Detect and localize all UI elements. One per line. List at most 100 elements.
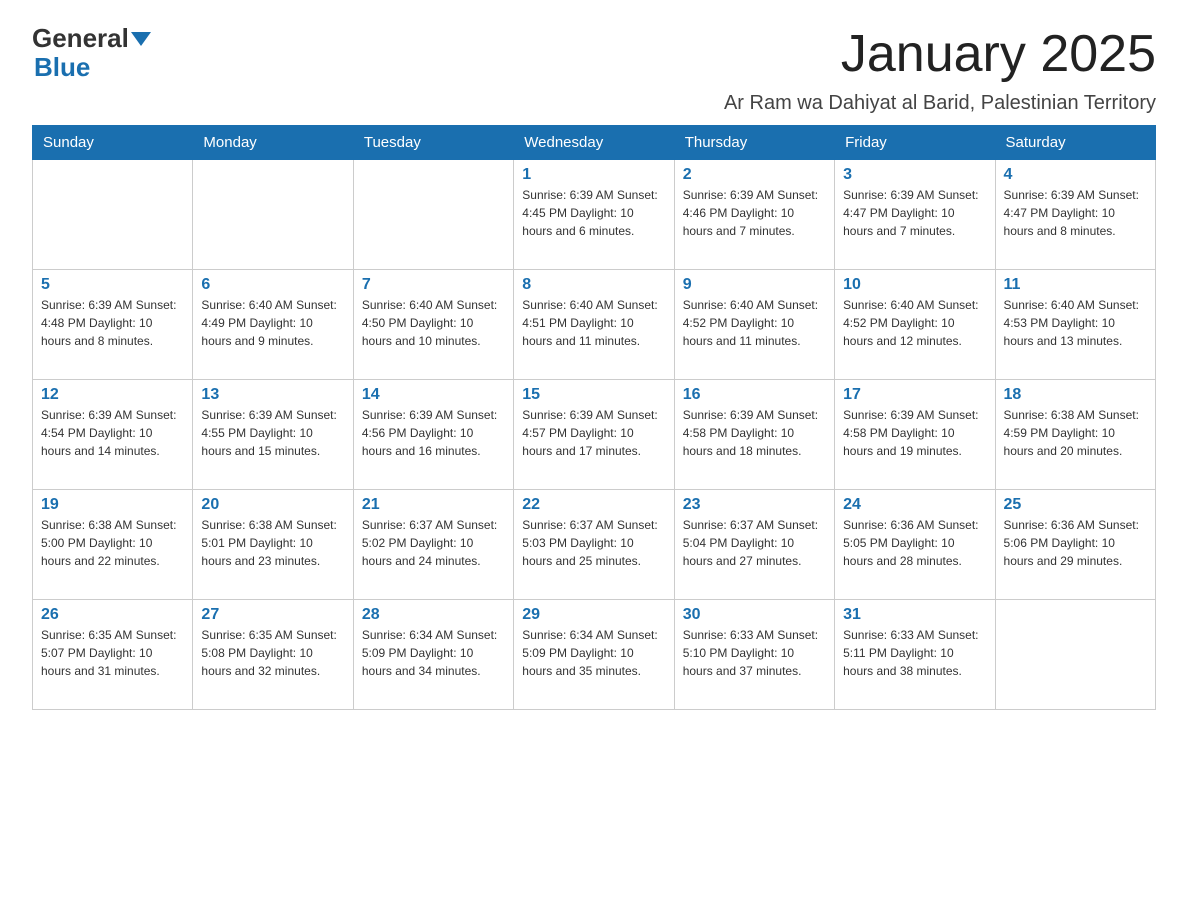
- day-info: Sunrise: 6:37 AM Sunset: 5:04 PM Dayligh…: [683, 516, 826, 570]
- logo-blue-text: Blue: [34, 53, 90, 82]
- day-number: 23: [683, 496, 826, 514]
- day-number: 3: [843, 166, 986, 184]
- day-info: Sunrise: 6:38 AM Sunset: 5:00 PM Dayligh…: [41, 516, 184, 570]
- calendar-week-row: 19Sunrise: 6:38 AM Sunset: 5:00 PM Dayli…: [33, 490, 1156, 600]
- calendar-week-row: 1 Sunrise: 6:39 AM Sunset: 4:45 PM Daylig…: [33, 160, 1156, 270]
- calendar-cell: 31 Sunrise: 6:33 AM Sunset: 5:11 PM Dayli…: [835, 600, 995, 710]
- day-number: 28: [362, 606, 505, 624]
- day-number: 18: [1004, 386, 1147, 404]
- day-number: 12: [41, 386, 184, 404]
- calendar-cell: 27 Sunrise: 6:35 AM Sunset: 5:08 PM Dayli…: [193, 600, 353, 710]
- day-number: 11: [1004, 276, 1147, 294]
- calendar-cell: 18 Sunrise: 6:38 AM Sunset: 4:59 PM Dayli…: [995, 380, 1155, 490]
- day-info: Sunrise: 6:40 AM Sunset: 4:52 PM Dayligh…: [843, 296, 986, 350]
- logo-arrow-icon: [131, 32, 151, 46]
- calendar-cell: 4 Sunrise: 6:39 AM Sunset: 4:47 PM Daylig…: [995, 160, 1155, 270]
- calendar-cell: [33, 160, 193, 270]
- calendar-cell: [995, 600, 1155, 710]
- calendar-cell: [193, 160, 353, 270]
- column-header-thursday: Thursday: [674, 126, 834, 160]
- day-info: Sunrise: 6:36 AM Sunset: 5:06 PM Dayligh…: [1004, 516, 1147, 570]
- calendar-cell: 19Sunrise: 6:38 AM Sunset: 5:00 PM Dayli…: [33, 490, 193, 600]
- calendar-cell: 10 Sunrise: 6:40 AM Sunset: 4:52 PM Dayli…: [835, 270, 995, 380]
- day-number: 24: [843, 496, 986, 514]
- day-info: Sunrise: 6:35 AM Sunset: 5:08 PM Dayligh…: [201, 626, 344, 680]
- day-info: Sunrise: 6:40 AM Sunset: 4:53 PM Dayligh…: [1004, 296, 1147, 350]
- calendar-cell: 21 Sunrise: 6:37 AM Sunset: 5:02 PM Dayli…: [353, 490, 513, 600]
- day-number: 4: [1004, 166, 1147, 184]
- calendar-cell: 29 Sunrise: 6:34 AM Sunset: 5:09 PM Dayli…: [514, 600, 674, 710]
- day-number: 25: [1004, 496, 1147, 514]
- calendar-week-row: 26Sunrise: 6:35 AM Sunset: 5:07 PM Dayli…: [33, 600, 1156, 710]
- day-info: Sunrise: 6:40 AM Sunset: 4:51 PM Dayligh…: [522, 296, 665, 350]
- calendar-cell: 20Sunrise: 6:38 AM Sunset: 5:01 PM Dayli…: [193, 490, 353, 600]
- day-number: 30: [683, 606, 826, 624]
- column-header-sunday: Sunday: [33, 126, 193, 160]
- calendar-header-row: SundayMondayTuesdayWednesdayThursdayFrid…: [33, 126, 1156, 160]
- day-number: 7: [362, 276, 505, 294]
- day-number: 1: [522, 166, 665, 184]
- day-info: Sunrise: 6:34 AM Sunset: 5:09 PM Dayligh…: [362, 626, 505, 680]
- day-info: Sunrise: 6:39 AM Sunset: 4:54 PM Dayligh…: [41, 406, 184, 460]
- calendar-cell: 9 Sunrise: 6:40 AM Sunset: 4:52 PM Daylig…: [674, 270, 834, 380]
- day-number: 29: [522, 606, 665, 624]
- calendar-cell: 16Sunrise: 6:39 AM Sunset: 4:58 PM Dayli…: [674, 380, 834, 490]
- day-info: Sunrise: 6:39 AM Sunset: 4:47 PM Dayligh…: [1004, 186, 1147, 240]
- calendar-cell: 26Sunrise: 6:35 AM Sunset: 5:07 PM Dayli…: [33, 600, 193, 710]
- column-header-tuesday: Tuesday: [353, 126, 513, 160]
- day-number: 20: [201, 496, 344, 514]
- calendar-cell: 14 Sunrise: 6:39 AM Sunset: 4:56 PM Dayli…: [353, 380, 513, 490]
- day-number: 16: [683, 386, 826, 404]
- logo: General Blue: [32, 24, 151, 81]
- day-number: 21: [362, 496, 505, 514]
- calendar-cell: 12 Sunrise: 6:39 AM Sunset: 4:54 PM Dayli…: [33, 380, 193, 490]
- calendar-cell: 25 Sunrise: 6:36 AM Sunset: 5:06 PM Dayli…: [995, 490, 1155, 600]
- column-header-monday: Monday: [193, 126, 353, 160]
- day-info: Sunrise: 6:37 AM Sunset: 5:02 PM Dayligh…: [362, 516, 505, 570]
- day-info: Sunrise: 6:39 AM Sunset: 4:58 PM Dayligh…: [843, 406, 986, 460]
- calendar-cell: 30 Sunrise: 6:33 AM Sunset: 5:10 PM Dayli…: [674, 600, 834, 710]
- calendar-cell: 11 Sunrise: 6:40 AM Sunset: 4:53 PM Dayli…: [995, 270, 1155, 380]
- day-number: 27: [201, 606, 344, 624]
- calendar-cell: 2Sunrise: 6:39 AM Sunset: 4:46 PM Daylig…: [674, 160, 834, 270]
- day-info: Sunrise: 6:39 AM Sunset: 4:47 PM Dayligh…: [843, 186, 986, 240]
- day-info: Sunrise: 6:40 AM Sunset: 4:52 PM Dayligh…: [683, 296, 826, 350]
- location-subtitle: Ar Ram wa Dahiyat al Barid, Palestinian …: [32, 92, 1156, 115]
- day-info: Sunrise: 6:39 AM Sunset: 4:57 PM Dayligh…: [522, 406, 665, 460]
- calendar-cell: 13Sunrise: 6:39 AM Sunset: 4:55 PM Dayli…: [193, 380, 353, 490]
- day-info: Sunrise: 6:35 AM Sunset: 5:07 PM Dayligh…: [41, 626, 184, 680]
- calendar-cell: 3 Sunrise: 6:39 AM Sunset: 4:47 PM Daylig…: [835, 160, 995, 270]
- day-info: Sunrise: 6:38 AM Sunset: 4:59 PM Dayligh…: [1004, 406, 1147, 460]
- day-info: Sunrise: 6:33 AM Sunset: 5:11 PM Dayligh…: [843, 626, 986, 680]
- day-number: 8: [522, 276, 665, 294]
- day-number: 10: [843, 276, 986, 294]
- calendar-cell: 1 Sunrise: 6:39 AM Sunset: 4:45 PM Daylig…: [514, 160, 674, 270]
- day-info: Sunrise: 6:40 AM Sunset: 4:49 PM Dayligh…: [201, 296, 344, 350]
- calendar-cell: 5Sunrise: 6:39 AM Sunset: 4:48 PM Daylig…: [33, 270, 193, 380]
- calendar-table: SundayMondayTuesdayWednesdayThursdayFrid…: [32, 125, 1156, 710]
- day-info: Sunrise: 6:39 AM Sunset: 4:56 PM Dayligh…: [362, 406, 505, 460]
- calendar-cell: 23 Sunrise: 6:37 AM Sunset: 5:04 PM Dayli…: [674, 490, 834, 600]
- day-number: 9: [683, 276, 826, 294]
- day-number: 31: [843, 606, 986, 624]
- day-number: 6: [201, 276, 344, 294]
- logo-general-text: General: [32, 24, 129, 53]
- day-number: 2: [683, 166, 826, 184]
- day-info: Sunrise: 6:39 AM Sunset: 4:48 PM Dayligh…: [41, 296, 184, 350]
- day-info: Sunrise: 6:33 AM Sunset: 5:10 PM Dayligh…: [683, 626, 826, 680]
- column-header-wednesday: Wednesday: [514, 126, 674, 160]
- calendar-cell: 15Sunrise: 6:39 AM Sunset: 4:57 PM Dayli…: [514, 380, 674, 490]
- calendar-cell: 24 Sunrise: 6:36 AM Sunset: 5:05 PM Dayli…: [835, 490, 995, 600]
- column-header-saturday: Saturday: [995, 126, 1155, 160]
- calendar-cell: 8 Sunrise: 6:40 AM Sunset: 4:51 PM Daylig…: [514, 270, 674, 380]
- calendar-cell: 7Sunrise: 6:40 AM Sunset: 4:50 PM Daylig…: [353, 270, 513, 380]
- day-info: Sunrise: 6:36 AM Sunset: 5:05 PM Dayligh…: [843, 516, 986, 570]
- column-header-friday: Friday: [835, 126, 995, 160]
- day-number: 14: [362, 386, 505, 404]
- calendar-cell: 22Sunrise: 6:37 AM Sunset: 5:03 PM Dayli…: [514, 490, 674, 600]
- day-info: Sunrise: 6:34 AM Sunset: 5:09 PM Dayligh…: [522, 626, 665, 680]
- day-info: Sunrise: 6:39 AM Sunset: 4:45 PM Dayligh…: [522, 186, 665, 240]
- day-number: 13: [201, 386, 344, 404]
- day-info: Sunrise: 6:37 AM Sunset: 5:03 PM Dayligh…: [522, 516, 665, 570]
- calendar-cell: 17Sunrise: 6:39 AM Sunset: 4:58 PM Dayli…: [835, 380, 995, 490]
